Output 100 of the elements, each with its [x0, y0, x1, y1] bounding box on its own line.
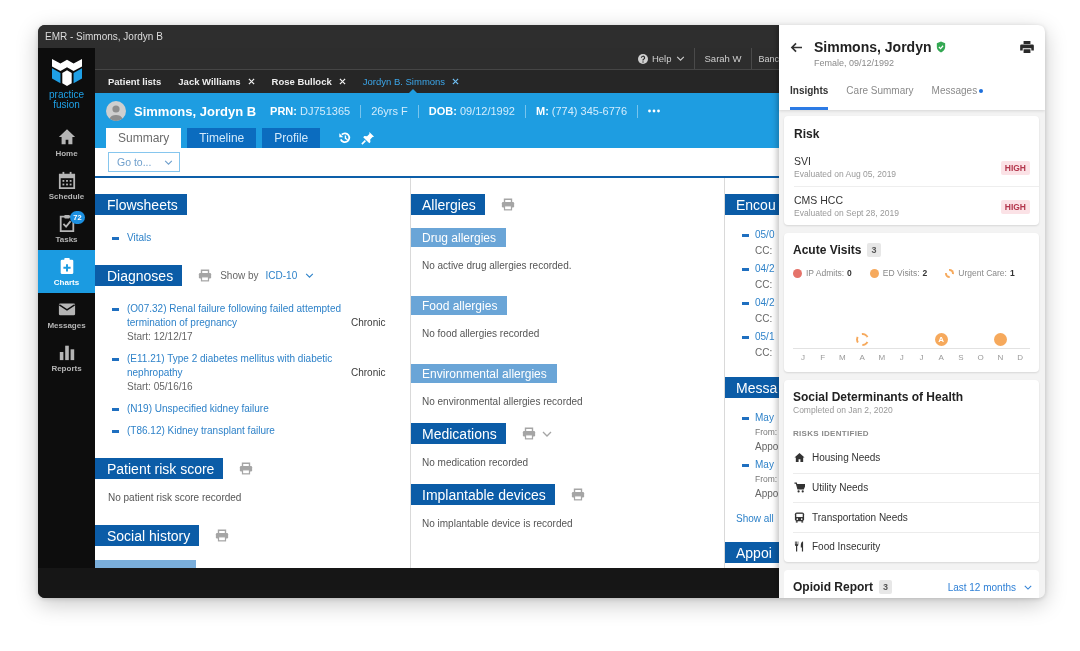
- list-link[interactable]: (O07.32) Renal failure following failed attempted termination of pregnancy: [127, 302, 347, 330]
- list-link[interactable]: 05/0: [755, 229, 775, 240]
- chevron-down-icon: [305, 273, 315, 278]
- detail-text: Appo: [755, 487, 779, 501]
- detail-text: CC:: [755, 278, 774, 292]
- panel-tab[interactable]: Insights: [790, 73, 829, 110]
- nav-item[interactable]: Reports: [38, 336, 95, 379]
- minus-icon[interactable]: [742, 416, 749, 420]
- nav-item[interactable]: Messages: [38, 293, 95, 336]
- user-menu[interactable]: Sarah W: [694, 48, 752, 69]
- list-link[interactable]: (E11.21) Type 2 diabetes mellitus with diabetic nephropathy: [127, 352, 347, 380]
- history-icon[interactable]: [338, 131, 353, 145]
- month-label: M: [878, 352, 886, 364]
- list-link[interactable]: 04/2: [755, 263, 775, 274]
- section-header: Flowsheets: [95, 194, 187, 215]
- chevron-down-icon: [1024, 584, 1032, 590]
- period-dropdown[interactable]: Last 12 months: [947, 581, 1032, 593]
- patient-name: Simmons, Jordyn: [814, 39, 932, 55]
- nav-item[interactable]: Home: [38, 121, 95, 164]
- legend-label: IP Admits:: [806, 268, 845, 278]
- legend-label: Urgent Care:: [958, 268, 1007, 278]
- print-icon[interactable]: [1020, 41, 1034, 53]
- minus-icon[interactable]: [112, 407, 119, 411]
- empty-message: No environmental allergies recorded: [421, 395, 583, 409]
- minus-icon[interactable]: [742, 233, 749, 237]
- patient-tab[interactable]: Rose Bullock: [268, 70, 354, 93]
- evaluation-date: Evaluated on Aug 05, 2019: [794, 168, 897, 181]
- section-header: Implantable devices: [411, 484, 555, 505]
- month-label: O: [977, 352, 984, 364]
- subsection-header: Environmental allergies: [411, 364, 557, 383]
- minus-icon[interactable]: [742, 267, 749, 271]
- list-link[interactable]: Vitals: [127, 231, 152, 245]
- start-date: Start: 12/12/17: [127, 330, 194, 344]
- legend-count: 0: [847, 268, 852, 278]
- status-label: Chronic: [351, 367, 386, 378]
- minus-icon[interactable]: [742, 301, 749, 305]
- card-title: Social Determinants of Health: [793, 390, 965, 404]
- count-badge: 3: [867, 243, 881, 257]
- panel-tab[interactable]: Messages: [931, 73, 984, 110]
- status-label: Chronic: [351, 317, 386, 328]
- risk-level-badge: HIGH: [1000, 160, 1030, 175]
- patient-tab[interactable]: Patient lists: [105, 70, 170, 93]
- list-link[interactable]: 04/2: [755, 297, 775, 308]
- field-value: (774) 345-6776: [551, 105, 628, 117]
- back-arrow-icon[interactable]: [790, 41, 803, 53]
- risk-level-badge: HIGH: [1000, 199, 1030, 214]
- empty-message: No patient risk score recorded: [107, 491, 242, 505]
- more-icon[interactable]: [648, 109, 661, 113]
- list-link[interactable]: 05/1: [755, 331, 775, 342]
- sender-label: From:: [755, 473, 779, 486]
- legend-count: 1: [1009, 268, 1015, 278]
- pin-icon[interactable]: [361, 131, 376, 145]
- chevron-down-icon: [675, 56, 685, 61]
- section-header: Diagnoses: [95, 265, 183, 286]
- help-menu[interactable]: Help: [637, 48, 694, 69]
- evaluation-date: Evaluated on Sept 28, 2019: [794, 207, 899, 220]
- list-link[interactable]: (T86.12) Kidney transplant failure: [127, 424, 275, 438]
- minus-icon[interactable]: [112, 236, 119, 240]
- show-all-link[interactable]: Show all: [725, 512, 779, 526]
- list-link[interactable]: May: [755, 459, 774, 470]
- section-header: Allergies: [411, 194, 485, 215]
- chart-tab[interactable]: Timeline: [187, 128, 257, 148]
- home-icon: [57, 127, 76, 146]
- minus-icon[interactable]: [112, 429, 119, 433]
- minus-icon[interactable]: [112, 307, 119, 311]
- minus-icon[interactable]: [742, 335, 749, 339]
- month-label: J: [919, 352, 924, 364]
- close-icon[interactable]: [452, 78, 460, 85]
- section-header: Appoi: [725, 542, 779, 563]
- avatar-icon: [106, 101, 126, 121]
- detail-text: CC:: [755, 312, 774, 326]
- card-title: Opioid Report: [793, 579, 873, 595]
- cart-icon: [794, 482, 805, 494]
- month-label: J: [800, 352, 805, 364]
- chart-tab[interactable]: Profile: [262, 128, 321, 148]
- section-header: Encou: [725, 194, 779, 215]
- visit-marker: A: [934, 333, 948, 346]
- field-label: M:: [536, 105, 549, 117]
- nav-item[interactable]: Schedule: [38, 164, 95, 207]
- empty-message: No implantable device is recorded: [421, 517, 573, 531]
- card-title: Risk: [794, 126, 820, 142]
- field-value: 26yrs F: [371, 105, 408, 117]
- nav-item[interactable]: Charts: [38, 250, 95, 293]
- show-by-dropdown[interactable]: ICD-10: [265, 270, 315, 281]
- patient-name: Simmons, Jordyn B: [134, 103, 257, 119]
- list-link[interactable]: (N19) Unspecified kidney failure: [127, 402, 269, 416]
- chart-tab[interactable]: Summary: [106, 128, 182, 148]
- goto-dropdown[interactable]: Go to...: [108, 152, 180, 172]
- field-label: DOB:: [428, 105, 457, 117]
- panel-tab[interactable]: Care Summary: [846, 73, 914, 110]
- minus-icon[interactable]: [112, 357, 119, 361]
- subsection-header: Food allergies: [411, 296, 508, 315]
- card-title: Acute Visits: [793, 242, 862, 258]
- month-label: N: [997, 352, 1004, 364]
- list-link[interactable]: May: [755, 412, 774, 423]
- patient-tab[interactable]: Jordyn B. Simmons: [359, 70, 468, 93]
- account-menu[interactable]: Banc: [752, 48, 779, 69]
- patient-details: Female, 09/12/1992: [814, 57, 895, 69]
- patient-tab[interactable]: Jack Williams: [175, 70, 263, 93]
- minus-icon[interactable]: [742, 463, 749, 467]
